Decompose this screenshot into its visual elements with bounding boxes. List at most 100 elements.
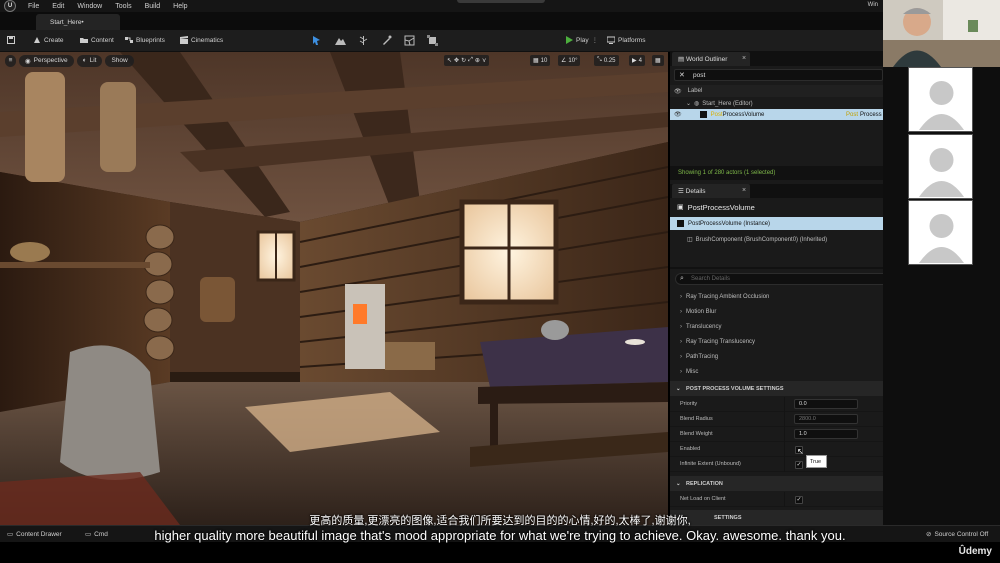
collapsed-arrow-icon: › bbox=[680, 338, 682, 345]
show-button[interactable]: Show bbox=[105, 54, 134, 67]
section-misc[interactable]: › Misc bbox=[670, 364, 883, 379]
menu-bar: U File Edit Window Tools Build Help Win bbox=[0, 0, 1000, 12]
cinematics-button[interactable]: Cinematics bbox=[180, 36, 223, 44]
menu-window[interactable]: Window bbox=[77, 3, 102, 10]
outliner-item-label: ProcessVolume bbox=[722, 111, 765, 118]
infinite-extent-checkbox[interactable]: ✓ bbox=[795, 461, 803, 469]
play-button[interactable]: Play ⋮ bbox=[565, 36, 598, 44]
details-search-icon: ⌕ bbox=[680, 275, 684, 282]
tab-details[interactable]: ☰ Details bbox=[672, 184, 750, 198]
select-tool-icon[interactable]: ↖ bbox=[447, 57, 452, 64]
menu-edit[interactable]: Edit bbox=[52, 3, 64, 10]
surface-snap-icon[interactable]: ⋎ bbox=[482, 57, 486, 64]
scale-snap-button[interactable]: ⤡ 0.25 bbox=[594, 55, 619, 66]
menu-help[interactable]: Help bbox=[173, 3, 187, 10]
menu-tools[interactable]: Tools bbox=[115, 3, 131, 10]
participant-avatar bbox=[908, 200, 973, 265]
create-button[interactable]: Create bbox=[33, 36, 64, 44]
play-label: Play bbox=[576, 36, 589, 44]
column-divider[interactable] bbox=[784, 412, 785, 427]
details-tab-label: Details bbox=[685, 188, 706, 195]
landscape-mode-icon[interactable] bbox=[335, 35, 346, 46]
camera-speed-value: 4 bbox=[638, 57, 642, 64]
priority-label: Priority bbox=[680, 401, 698, 407]
section-pathtracing[interactable]: › PathTracing bbox=[670, 349, 883, 364]
mesh-paint-mode-icon[interactable] bbox=[381, 35, 392, 46]
clear-search-icon[interactable]: ✕ bbox=[679, 71, 685, 79]
user-placeholder-icon bbox=[919, 81, 964, 130]
details-icon: ☰ bbox=[678, 188, 686, 195]
play-options-icon[interactable]: ⋮ bbox=[592, 36, 599, 44]
select-mode-icon[interactable] bbox=[311, 35, 322, 46]
outliner-root-row[interactable]: ⌄ ◍ Start_Here (Editor) bbox=[670, 98, 883, 109]
tab-world-outliner[interactable]: ▤ World Outliner bbox=[672, 52, 750, 66]
rotate-tool-icon[interactable]: ↻ bbox=[461, 57, 466, 64]
viewport-layout-button[interactable]: ▦ bbox=[652, 55, 664, 66]
infinite-extent-label: Infinite Extent (Unbound) bbox=[680, 461, 741, 467]
grid-snap-button[interactable]: ▦ 10 bbox=[530, 55, 551, 66]
fracture-mode-icon[interactable] bbox=[404, 35, 415, 46]
expand-arrow-icon[interactable]: ⌄ bbox=[686, 100, 691, 107]
section-rt-translucency[interactable]: › Ray Tracing Translucency bbox=[670, 334, 883, 349]
component-brush-row[interactable]: ◫ BrushComponent (BrushComponent0) (Inhe… bbox=[670, 233, 883, 246]
blueprints-label: Blueprints bbox=[136, 36, 165, 44]
section-motion-blur[interactable]: › Motion Blur bbox=[670, 304, 883, 319]
viewport-menu-button[interactable]: ≡ bbox=[5, 54, 16, 67]
level-viewport[interactable] bbox=[0, 52, 668, 525]
view-mode-button[interactable]: ◐ Lit bbox=[76, 54, 103, 67]
subtitle-english: higher quality more beautiful image that… bbox=[154, 528, 846, 543]
brush-edit-mode-icon[interactable] bbox=[427, 35, 438, 46]
transform-tools[interactable]: ↖ ✥ ↻ ⤢ ⊕ ⋎ bbox=[444, 55, 490, 66]
level-tab[interactable]: Start_Here• bbox=[36, 14, 120, 30]
label-column-header[interactable]: Label bbox=[688, 88, 703, 94]
details-actor-header: ▣ PostProcessVolume bbox=[670, 200, 883, 214]
blueprints-button[interactable]: Blueprints bbox=[125, 36, 165, 44]
unreal-logo-icon[interactable]: U bbox=[4, 0, 16, 12]
column-divider[interactable] bbox=[784, 442, 785, 457]
layout-icon: ▦ bbox=[655, 58, 661, 64]
camera-icon: ▶ bbox=[632, 58, 637, 64]
outliner-selected-row[interactable]: 👁 Post ProcessVolume Post Process bbox=[670, 109, 883, 120]
platforms-button[interactable]: Platforms bbox=[607, 36, 645, 44]
row-visibility-icon[interactable]: 👁 bbox=[674, 111, 682, 118]
close-outliner-icon[interactable]: × bbox=[742, 55, 746, 62]
section-label: Ray Tracing Ambient Occlusion bbox=[686, 293, 770, 300]
column-divider[interactable] bbox=[784, 397, 785, 412]
title-drag-handle[interactable] bbox=[457, 0, 545, 3]
section-rt-ao[interactable]: › Ray Tracing Ambient Occlusion bbox=[670, 289, 883, 304]
section-translucency[interactable]: › Translucency bbox=[670, 319, 883, 334]
net-load-checkbox[interactable]: ✓ bbox=[795, 496, 803, 504]
lit-icon: ◐ bbox=[82, 57, 87, 64]
menu-file[interactable]: File bbox=[28, 3, 39, 10]
outliner-search-input[interactable]: ✕ post bbox=[674, 69, 883, 81]
blend-radius-input[interactable]: 2800.0 bbox=[794, 414, 858, 424]
camera-speed-button[interactable]: ▶ 4 bbox=[629, 55, 645, 66]
actor-icon: ▣ bbox=[677, 204, 684, 211]
column-divider[interactable] bbox=[784, 457, 785, 472]
foliage-mode-icon[interactable] bbox=[358, 35, 369, 46]
enabled-label: Enabled bbox=[680, 446, 701, 452]
section-label: Ray Tracing Translucency bbox=[686, 338, 756, 345]
perspective-button[interactable]: ◉ Perspective bbox=[19, 54, 74, 67]
world-space-icon[interactable]: ⊕ bbox=[475, 57, 480, 64]
cinematics-label: Cinematics bbox=[191, 36, 224, 44]
column-divider[interactable] bbox=[784, 427, 785, 442]
content-button[interactable]: Content bbox=[80, 36, 114, 44]
component-instance-row[interactable]: PostProcessVolume (Instance) bbox=[670, 217, 883, 230]
details-splitter[interactable] bbox=[670, 267, 883, 269]
close-details-icon[interactable]: × bbox=[742, 187, 746, 194]
section-ppv-settings[interactable]: ⌄ POST PROCESS VOLUME SETTINGS bbox=[670, 381, 883, 396]
blend-weight-input[interactable]: 1.0 bbox=[794, 429, 858, 439]
menu-build[interactable]: Build bbox=[145, 3, 161, 10]
priority-input[interactable]: 0.0 bbox=[794, 399, 858, 409]
scale-tool-icon[interactable]: ⤢ bbox=[468, 57, 473, 64]
tooltip: True bbox=[806, 455, 827, 468]
expanded-arrow-icon: ⌄ bbox=[676, 480, 681, 487]
outliner-search-text: post bbox=[693, 72, 706, 79]
column-divider[interactable] bbox=[784, 492, 785, 507]
save-button[interactable] bbox=[7, 36, 15, 44]
rotation-snap-button[interactable]: ∠ 10° bbox=[558, 55, 581, 66]
section-replication[interactable]: ⌄ REPLICATION bbox=[670, 476, 883, 491]
translate-tool-icon[interactable]: ✥ bbox=[454, 57, 459, 64]
collapsed-arrow-icon: › bbox=[680, 368, 682, 375]
